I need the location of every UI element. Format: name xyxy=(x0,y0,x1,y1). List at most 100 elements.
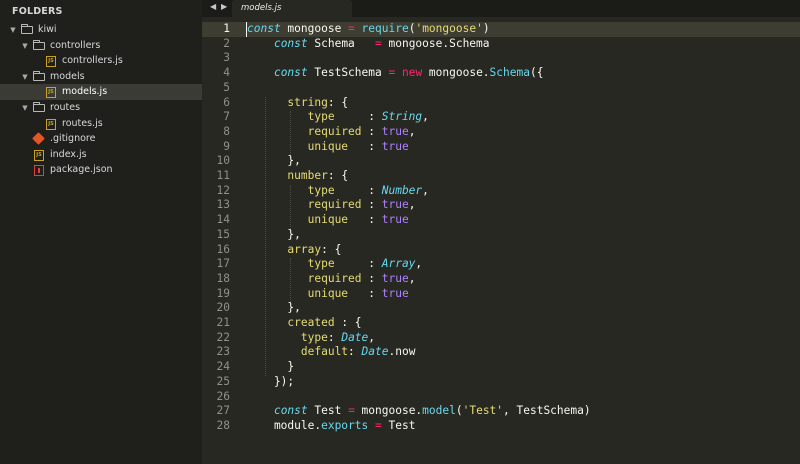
code-line[interactable]: type : String, xyxy=(247,110,429,125)
code-token: new xyxy=(401,66,423,80)
code-token: require xyxy=(361,22,409,35)
code-line[interactable]: const TestSchema = new mongoose.Schema({ xyxy=(247,66,544,81)
code-token: true xyxy=(381,198,409,212)
code-line[interactable]: number: { xyxy=(247,169,348,184)
line-number: 13 xyxy=(216,198,230,212)
code-token: Date xyxy=(341,330,369,344)
code-line[interactable]: unique : true xyxy=(247,213,409,228)
code-line[interactable]: unique : true xyxy=(247,140,409,155)
tree-item[interactable]: ▼ controllers xyxy=(0,38,202,54)
line-number: 2 xyxy=(223,36,230,50)
code-line[interactable]: type: Date, xyxy=(247,331,375,346)
line-number: 15 xyxy=(216,227,230,241)
chevron-down-icon[interactable]: ▼ xyxy=(21,100,29,116)
code-token: : xyxy=(348,286,382,300)
code-line[interactable]: array: { xyxy=(247,243,341,258)
code-token: Date xyxy=(361,345,389,359)
code-line[interactable]: module.exports = Test xyxy=(247,418,416,434)
code-token: type xyxy=(307,110,335,124)
code-token: : xyxy=(348,213,382,227)
chevron-down-icon[interactable]: ▼ xyxy=(9,22,17,38)
line-number: 11 xyxy=(216,169,230,182)
line-number: 25 xyxy=(216,374,230,388)
code-token: type xyxy=(307,183,335,197)
code-token: }); xyxy=(247,374,295,388)
code-line[interactable]: default: Date.now xyxy=(247,345,416,360)
code-token: type xyxy=(307,257,335,271)
code-line[interactable]: const mongoose = require('mongoose') xyxy=(247,22,490,37)
code-line[interactable]: created : { xyxy=(247,316,361,331)
tree-item[interactable]: ▼ routes xyxy=(0,100,202,116)
js-file-icon: JS xyxy=(46,87,56,99)
code-token: : xyxy=(348,139,382,153)
tree-item-label: controllers xyxy=(50,39,101,51)
code-line[interactable]: } xyxy=(247,360,294,375)
code-line[interactable]: const Schema = mongoose.Schema xyxy=(247,37,490,52)
code-line[interactable]: string: { xyxy=(247,96,348,111)
tree-item[interactable]: JS index.js xyxy=(0,147,202,163)
code-token: Test xyxy=(381,418,416,432)
tree-item[interactable]: JS models.js xyxy=(0,84,202,101)
code-token: , xyxy=(408,198,416,212)
forward-arrow-icon[interactable]: ▶ xyxy=(221,2,227,11)
code-line[interactable]: type : Number, xyxy=(247,184,429,199)
code-line[interactable]: required : true, xyxy=(247,271,416,287)
back-arrow-icon[interactable]: ◀ xyxy=(210,2,216,11)
tree-item-label: controllers.js xyxy=(62,55,123,67)
code-line[interactable]: required : true, xyxy=(247,124,416,140)
tree-item[interactable]: ▼ models xyxy=(0,69,202,85)
code-line[interactable]: }, xyxy=(247,301,301,316)
code-token: : xyxy=(334,110,382,124)
code-token: Number xyxy=(381,183,423,197)
tab-models-js[interactable]: models.js xyxy=(232,0,352,17)
code-token: const xyxy=(273,404,308,418)
code-token: Array xyxy=(381,257,416,271)
code-token: , xyxy=(422,110,429,124)
code-token: unique xyxy=(307,286,349,300)
tree-item[interactable]: .gitignore xyxy=(0,131,202,147)
code-token: true xyxy=(381,213,409,227)
code-line[interactable]: }); xyxy=(247,375,294,390)
tree-item[interactable]: package.json xyxy=(0,162,202,178)
code-editor[interactable]: 1 2 3 4 5 6 7 8 9 10 11 12 13 14 15 16 17 18 19 20 21 22 23 24 2… xyxy=(202,17,800,464)
code-token: true xyxy=(381,139,409,153)
code-token: : xyxy=(361,271,382,285)
tab-label: models.js xyxy=(241,3,282,13)
tree-item[interactable]: ▼ kiwi xyxy=(0,22,202,38)
code-line[interactable]: unique : true xyxy=(247,287,409,302)
chevron-down-icon[interactable]: ▼ xyxy=(21,38,29,54)
code-token: required xyxy=(307,124,362,138)
tree-item-label: models xyxy=(50,70,85,82)
line-number: 24 xyxy=(216,360,230,374)
line-number: 6 xyxy=(223,95,230,109)
tree-item[interactable]: JS controllers.js xyxy=(0,53,202,69)
code-token: mongoose. xyxy=(354,404,423,418)
code-token: ( xyxy=(455,404,463,418)
code-token: exports xyxy=(321,418,369,432)
code-token: : xyxy=(334,257,382,271)
code-token: module. xyxy=(247,418,322,432)
tree-item-label: kiwi xyxy=(38,24,57,35)
code-token: = xyxy=(375,418,382,432)
code-token: mongoose xyxy=(280,22,349,35)
folder-icon xyxy=(33,102,45,112)
code-token: true xyxy=(381,271,409,285)
line-number: 7 xyxy=(223,110,230,124)
code-token: }, xyxy=(247,301,301,315)
line-number: 4 xyxy=(223,66,230,80)
chevron-down-icon[interactable]: ▼ xyxy=(21,69,29,85)
code-line[interactable]: }, xyxy=(247,228,300,243)
code-token: = xyxy=(348,404,355,418)
tab-bar: ◀ ▶ models.js xyxy=(202,0,800,17)
code-line[interactable]: }, xyxy=(247,154,300,169)
code-line[interactable]: required : true, xyxy=(247,198,416,213)
code-line[interactable]: type : Array, xyxy=(247,257,423,272)
code-line[interactable]: const Test = mongoose.model('Test', Test… xyxy=(247,404,591,419)
tree-item[interactable]: JS routes.js xyxy=(0,116,202,132)
